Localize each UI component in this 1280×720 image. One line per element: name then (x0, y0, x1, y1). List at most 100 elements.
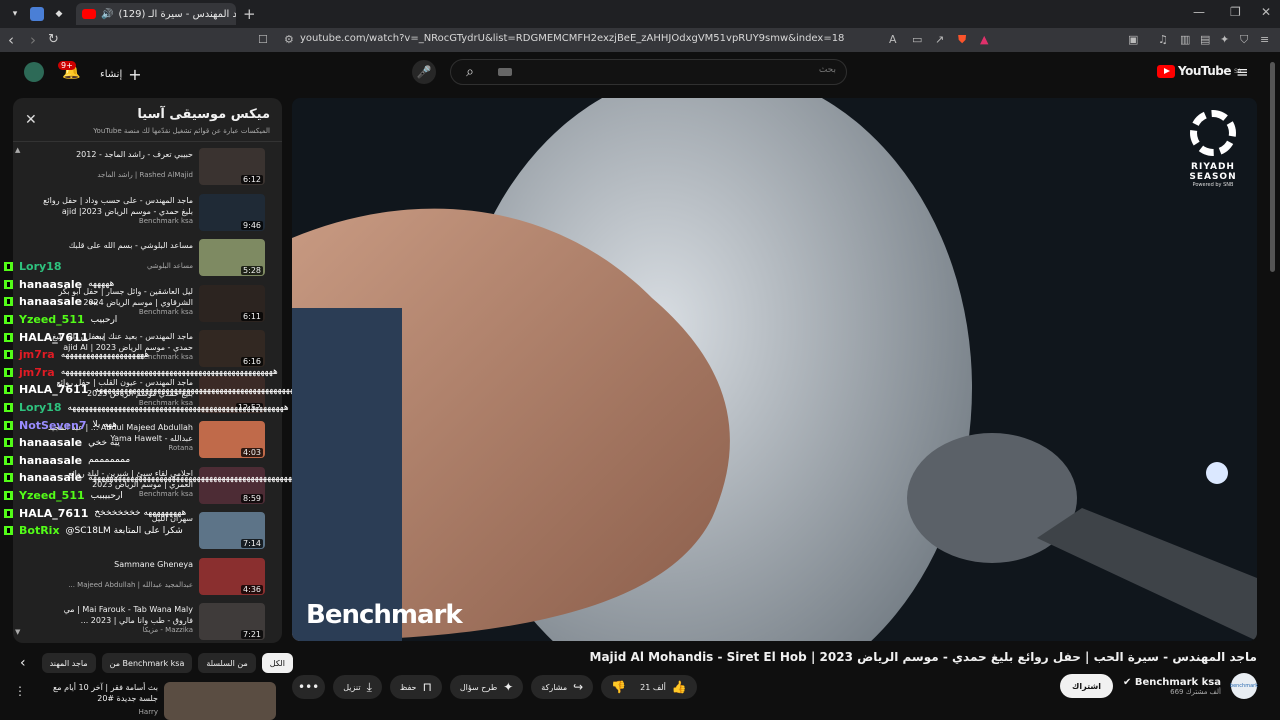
chat-text: مممممممم (88, 455, 131, 466)
reload-icon[interactable]: ↻ (48, 32, 59, 47)
more-actions-button[interactable]: ••• (292, 675, 326, 699)
share-button[interactable]: مشاركة ↪ (531, 675, 594, 699)
reader-icon[interactable]: ▥ (1180, 33, 1190, 46)
ask-button[interactable]: طرح سؤال ✦ (449, 675, 524, 699)
chip-from-series[interactable]: من السلسلة (198, 653, 256, 673)
video-frame (292, 98, 1257, 641)
playlist-item-title: ماجد المهندس - على حسب وداد | حفل روائع … (43, 195, 193, 216)
chip-from-channel[interactable]: من Benchmark ksa (101, 653, 193, 673)
chat-username[interactable]: Yzeed_511 (19, 313, 85, 326)
like-button[interactable]: 21 ألف 👍 (640, 680, 687, 694)
download-button[interactable]: تنزيل ⤓ (333, 675, 382, 699)
subscribe-button[interactable]: اشتراك (1060, 674, 1113, 698)
page-scrollbar[interactable] (1270, 62, 1275, 272)
chat-username[interactable]: HALA_7611 (19, 507, 88, 520)
site-info-icon[interactable]: ⚙ (284, 33, 294, 46)
playlist-item[interactable]: 6:12 حبيبي تعرف - راشد الماجد - 2012 Rashe… (13, 146, 271, 192)
youtube-logo[interactable]: YouTube SA (1157, 64, 1242, 78)
search-icon[interactable]: ⌕ (451, 60, 489, 84)
season-line2: SEASON (1189, 172, 1237, 182)
playlist-item[interactable]: 4:36 Sammane Gheneya عبدالمجيد عبدالله | M… (13, 556, 271, 602)
related-thumbnail (164, 682, 276, 720)
voice-search-button[interactable]: 🎤 (412, 60, 436, 84)
playlist-item-title: مساعد البلوشي - بسم الله على قلبك (68, 241, 193, 250)
restore-button[interactable]: ❐ (1230, 5, 1241, 19)
chat-username[interactable]: hanaasale (19, 471, 82, 484)
verified-icon: ✔ (1122, 676, 1135, 688)
playlist-item[interactable]: 7:21 Mai Farouk - Tab Wana Maly | مي فارو… (13, 601, 271, 643)
kick-icon (4, 473, 13, 483)
url-field[interactable]: youtube.com/watch?v=_NRocGTydrU&list=RDG… (300, 33, 844, 44)
rewards-icon[interactable]: ▲ (980, 33, 988, 46)
video-title: ماجد المهندس - سيرة الحب | حفل روائع بلي… (589, 650, 1258, 664)
more-vert-icon[interactable]: ⋮ (14, 684, 26, 698)
vpn-icon[interactable]: ⛉ (1240, 33, 1248, 47)
active-tab[interactable]: 🔊 (129) ماجد المهندس - سيرة الـ ✕ (76, 3, 236, 25)
plus-icon: + (128, 65, 142, 84)
kick-icon (4, 508, 13, 518)
menu-icon[interactable]: ▾ (8, 7, 22, 21)
chat-username[interactable]: Lory18 (19, 260, 61, 273)
playlist-item-title: حبيبي تعرف - راشد الماجد - 2012 (76, 150, 193, 159)
chip-channel-majid[interactable]: ماجد المهند (41, 653, 96, 673)
create-button[interactable]: إنشاء + (100, 65, 142, 84)
youtube-tab-icon (82, 9, 96, 19)
new-tab-button[interactable]: + (243, 5, 256, 23)
keyboard-icon[interactable] (498, 68, 512, 76)
related-video[interactable]: ⋮ بث أسامة فقر | آخر 10 أيام مع جلسة جدي… (12, 680, 282, 720)
sidebar-icon[interactable]: ▣ (1128, 33, 1138, 46)
pinned-tab-icon[interactable]: ◆ (52, 7, 66, 21)
chat-username[interactable]: jm7ra (19, 366, 55, 379)
chip-all[interactable]: الكل (261, 653, 293, 673)
duration-badge: 6:12 (241, 175, 263, 184)
video-player[interactable]: RIYADH SEASON Powered by SNB Benchmark (292, 98, 1257, 641)
chat-username[interactable]: Lory18 (19, 401, 61, 414)
speaker-icon[interactable]: 🔊 (101, 9, 113, 20)
browser-menu-icon[interactable]: ≡ (1260, 33, 1269, 46)
dislike-icon[interactable]: 👎 (611, 680, 626, 694)
playlist-item-title: Mai Farouk - Tab Wana Maly | مي فاروق - … (63, 605, 193, 625)
chat-username[interactable]: NotSeven7 (19, 419, 87, 432)
chips-back-icon[interactable]: ‹ (20, 655, 26, 671)
cast-icon[interactable]: ▭ (912, 33, 922, 46)
playlist-item[interactable]: 9:46 ماجد المهندس - على حسب وداد | حفل رو… (13, 192, 271, 238)
chat-username[interactable]: hanaasale (19, 436, 82, 449)
riyadh-season-logo: RIYADH SEASON Powered by SNB (1183, 110, 1243, 188)
close-window-button[interactable]: ✕ (1261, 5, 1271, 19)
channel-name[interactable]: ✔ Benchmark ksa (1123, 677, 1221, 688)
chat-username[interactable]: HALA_7611 (19, 383, 88, 396)
close-icon[interactable]: ✕ (25, 112, 37, 128)
chat-username[interactable]: BotRix (19, 524, 60, 537)
chat-text: هههههههههههههههههههههههههههههههههههههههه… (67, 402, 289, 413)
chat-username[interactable]: HALA_7611 (19, 331, 88, 344)
kick-icon (4, 297, 13, 307)
chat-username[interactable]: Yzeed_511 (19, 489, 85, 502)
chat-text: ههه يلا (92, 420, 117, 431)
translate-icon[interactable]: A (889, 33, 897, 46)
playlist-item-title: Sammane Gheneya (114, 559, 193, 569)
brave-shield-icon[interactable]: ⛊ (958, 33, 966, 47)
chat-username[interactable]: jm7ra (19, 348, 55, 361)
minimize-button[interactable]: — (1193, 5, 1205, 19)
wallet-icon[interactable]: ▤ (1200, 33, 1210, 46)
music-icon[interactable]: ♫ (1158, 33, 1168, 46)
guide-menu-icon[interactable]: ≡ (1236, 63, 1249, 81)
search-box[interactable]: ⌕ بحث (450, 59, 847, 85)
chat-username[interactable]: hanaasale (19, 278, 82, 291)
kick-icon (4, 350, 13, 360)
bookmark-icon[interactable]: ☐ (258, 33, 268, 46)
share-page-icon[interactable]: ↗ (935, 33, 944, 46)
back-icon[interactable]: ‹ (8, 31, 14, 49)
playlist-subtitle: الميكسات عبارة عن قوائم تشغيل نقدّمها لك… (93, 127, 270, 135)
channel-avatar[interactable]: benchmark (1230, 673, 1258, 699)
search-input[interactable]: بحث (819, 65, 836, 75)
forward-icon[interactable]: › (30, 31, 36, 49)
kick-icon (4, 385, 13, 395)
chat-username[interactable]: hanaasale (19, 454, 82, 467)
chat-username[interactable]: hanaasale (19, 295, 82, 308)
chat-text: هههههههههه خخخخخخخخ (94, 508, 187, 519)
docs-tab-icon[interactable] (30, 7, 44, 21)
ai-icon[interactable]: ✦ (1220, 33, 1229, 46)
save-button[interactable]: حفظ ⊓ (389, 675, 442, 699)
avatar[interactable] (24, 62, 44, 82)
